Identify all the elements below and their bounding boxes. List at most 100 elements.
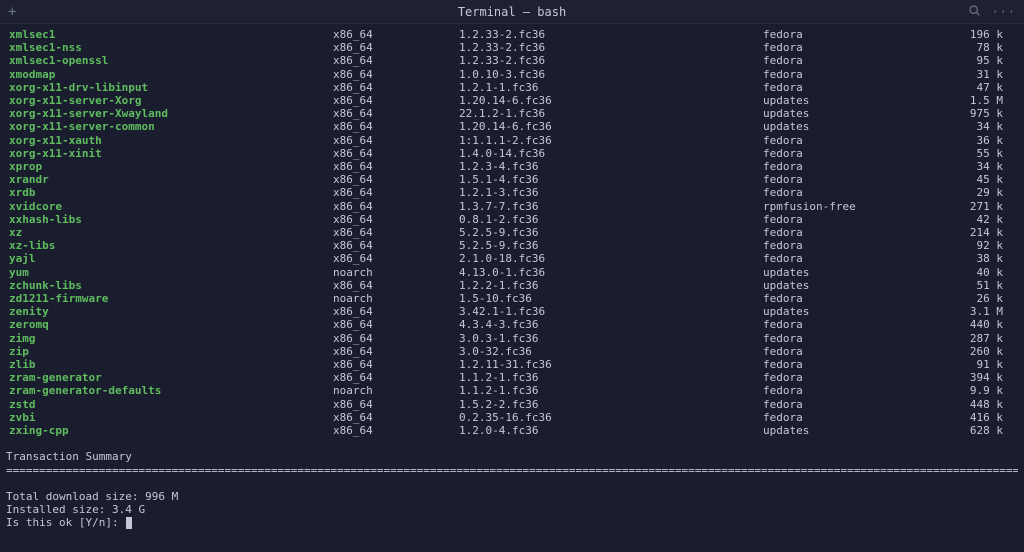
package-size: 1.5 M	[950, 94, 1003, 107]
package-repo: rpmfusion-free	[763, 200, 950, 213]
package-name: xorg-x11-drv-libinput	[6, 81, 333, 94]
package-row: xvidcorex86_641.3.7-7.fc36rpmfusion-free…	[6, 200, 1018, 213]
package-name: zram-generator	[6, 371, 333, 384]
terminal-output[interactable]: xmlsec1x86_641.2.33-2.fc36fedora196 kxml…	[0, 24, 1024, 534]
search-icon[interactable]	[968, 4, 981, 20]
package-size: 26 k	[950, 292, 1003, 305]
package-arch: x86_64	[333, 107, 459, 120]
package-repo: fedora	[763, 411, 950, 424]
package-repo: updates	[763, 266, 950, 279]
package-arch: x86_64	[333, 54, 459, 67]
package-version: 1.1.2-1.fc36	[459, 371, 763, 384]
new-tab-button[interactable]: +	[8, 4, 16, 20]
package-size: 448 k	[950, 398, 1003, 411]
package-arch: x86_64	[333, 94, 459, 107]
confirm-prompt[interactable]: Is this ok [Y/n]:	[6, 516, 1018, 529]
transaction-summary-header: Transaction Summary	[6, 450, 1018, 463]
package-version: 1.2.2-1.fc36	[459, 279, 763, 292]
package-row: xzx86_645.2.5-9.fc36fedora214 k	[6, 226, 1018, 239]
package-name: xmodmap	[6, 68, 333, 81]
package-repo: fedora	[763, 252, 950, 265]
package-arch: x86_64	[333, 424, 459, 437]
package-size: 416 k	[950, 411, 1003, 424]
package-arch: x86_64	[333, 147, 459, 160]
package-version: 3.42.1-1.fc36	[459, 305, 763, 318]
package-name: zip	[6, 345, 333, 358]
package-size: 260 k	[950, 345, 1003, 358]
package-version: 3.0-32.fc36	[459, 345, 763, 358]
package-version: 5.2.5-9.fc36	[459, 226, 763, 239]
package-arch: x86_64	[333, 252, 459, 265]
package-arch: x86_64	[333, 120, 459, 133]
package-size: 31 k	[950, 68, 1003, 81]
package-row: xmlsec1-nssx86_641.2.33-2.fc36fedora78 k	[6, 41, 1018, 54]
package-version: 1.5.1-4.fc36	[459, 173, 763, 186]
package-size: 29 k	[950, 186, 1003, 199]
package-size: 45 k	[950, 173, 1003, 186]
package-version: 1.2.33-2.fc36	[459, 41, 763, 54]
package-repo: fedora	[763, 173, 950, 186]
package-size: 55 k	[950, 147, 1003, 160]
package-size: 95 k	[950, 54, 1003, 67]
package-name: xvidcore	[6, 200, 333, 213]
package-arch: x86_64	[333, 239, 459, 252]
package-size: 3.1 M	[950, 305, 1003, 318]
package-size: 38 k	[950, 252, 1003, 265]
package-repo: updates	[763, 279, 950, 292]
window-title: Terminal — bash	[458, 5, 566, 19]
package-repo: updates	[763, 94, 950, 107]
package-size: 440 k	[950, 318, 1003, 331]
package-name: xprop	[6, 160, 333, 173]
package-version: 1.2.3-4.fc36	[459, 160, 763, 173]
package-version: 22.1.2-1.fc36	[459, 107, 763, 120]
package-size: 394 k	[950, 371, 1003, 384]
package-arch: x86_64	[333, 186, 459, 199]
package-size: 34 k	[950, 120, 1003, 133]
package-version: 4.13.0-1.fc36	[459, 266, 763, 279]
package-arch: x86_64	[333, 318, 459, 331]
package-version: 1.2.1-1.fc36	[459, 81, 763, 94]
more-icon[interactable]: ···	[991, 5, 1016, 19]
package-size: 36 k	[950, 134, 1003, 147]
package-repo: fedora	[763, 147, 950, 160]
package-name: xorg-x11-xauth	[6, 134, 333, 147]
package-name: yajl	[6, 252, 333, 265]
package-arch: x86_64	[333, 81, 459, 94]
package-name: zstd	[6, 398, 333, 411]
package-name: zimg	[6, 332, 333, 345]
package-repo: fedora	[763, 332, 950, 345]
package-arch: noarch	[333, 384, 459, 397]
package-name: xorg-x11-server-Xwayland	[6, 107, 333, 120]
package-version: 1.3.7-7.fc36	[459, 200, 763, 213]
package-row: xorg-x11-xinitx86_641.4.0-14.fc36fedora5…	[6, 147, 1018, 160]
package-name: zxing-cpp	[6, 424, 333, 437]
package-name: xrandr	[6, 173, 333, 186]
package-row: xz-libsx86_645.2.5-9.fc36fedora92 k	[6, 239, 1018, 252]
package-name: xmlsec1-openssl	[6, 54, 333, 67]
package-arch: x86_64	[333, 41, 459, 54]
package-repo: fedora	[763, 226, 950, 239]
package-row: zxing-cppx86_641.2.0-4.fc36updates628 k	[6, 424, 1018, 437]
package-arch: x86_64	[333, 398, 459, 411]
package-repo: fedora	[763, 384, 950, 397]
package-repo: fedora	[763, 213, 950, 226]
package-size: 91 k	[950, 358, 1003, 371]
package-version: 1.2.33-2.fc36	[459, 54, 763, 67]
package-arch: x86_64	[333, 279, 459, 292]
package-name: xxhash-libs	[6, 213, 333, 226]
package-name: yum	[6, 266, 333, 279]
package-repo: fedora	[763, 160, 950, 173]
package-size: 42 k	[950, 213, 1003, 226]
package-row: zeromqx86_644.3.4-3.fc36fedora440 k	[6, 318, 1018, 331]
package-size: 214 k	[950, 226, 1003, 239]
package-name: zeromq	[6, 318, 333, 331]
package-row: zimgx86_643.0.3-1.fc36fedora287 k	[6, 332, 1018, 345]
package-repo: updates	[763, 305, 950, 318]
package-row: zlibx86_641.2.11-31.fc36fedora91 k	[6, 358, 1018, 371]
package-size: 47 k	[950, 81, 1003, 94]
package-arch: x86_64	[333, 68, 459, 81]
separator: ========================================…	[6, 464, 1018, 477]
package-repo: fedora	[763, 68, 950, 81]
package-arch: noarch	[333, 292, 459, 305]
package-version: 4.3.4-3.fc36	[459, 318, 763, 331]
